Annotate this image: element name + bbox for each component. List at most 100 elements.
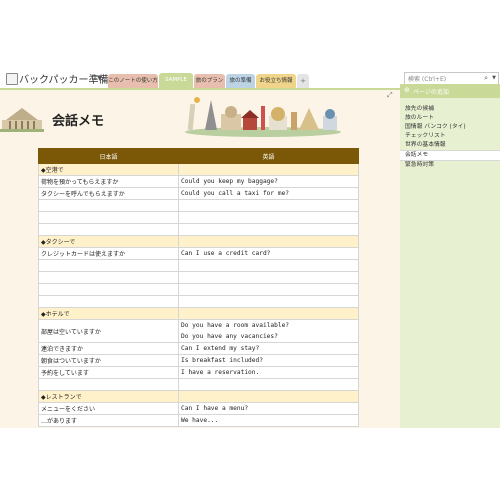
english-cell[interactable] bbox=[178, 295, 359, 308]
table-row[interactable]: …があります We have... bbox=[38, 414, 359, 427]
section-row[interactable]: ◆タクシーで bbox=[38, 235, 359, 248]
japanese-cell[interactable]: ◆空港で bbox=[38, 163, 179, 176]
tab-label: このノートの使い方 bbox=[108, 78, 158, 84]
japanese-cell[interactable]: 予約をしています bbox=[38, 366, 179, 379]
tab-useful-info[interactable]: お役立ち情報 bbox=[256, 74, 296, 88]
table-header-row: 日本語 英語 bbox=[38, 148, 359, 164]
table-row[interactable]: タクシーを呼んでもらえますか Could you call a taxi for … bbox=[38, 187, 359, 200]
english-cell[interactable]: We have... bbox=[178, 414, 359, 427]
page-item[interactable]: 旅先の候補 bbox=[400, 105, 500, 114]
tab-label: SAMPLE bbox=[165, 77, 187, 83]
japanese-cell[interactable]: …があります bbox=[38, 414, 179, 427]
table-row[interactable] bbox=[38, 295, 359, 308]
japanese-cell[interactable]: ◆レストランで bbox=[38, 390, 179, 403]
page-item[interactable]: 世界の基本情報 bbox=[400, 141, 500, 150]
world-landmarks-illustration bbox=[185, 97, 341, 137]
japanese-cell[interactable]: 部屋は空いていますか bbox=[38, 319, 179, 343]
window-background bbox=[0, 428, 500, 500]
section-row[interactable]: ◆空港で bbox=[38, 163, 359, 176]
japanese-cell[interactable] bbox=[38, 223, 179, 236]
english-cell[interactable] bbox=[178, 163, 359, 176]
table-row[interactable]: 荷物を預かってもらえますか Could you keep my baggage? bbox=[38, 175, 359, 188]
add-section-tab[interactable]: + bbox=[297, 74, 309, 88]
add-page-button[interactable]: ⊕ ページの追加 bbox=[400, 84, 500, 98]
tab-travel-prep[interactable]: 旅の準備 bbox=[226, 74, 255, 88]
table-row[interactable] bbox=[38, 211, 359, 224]
table-row[interactable] bbox=[38, 283, 359, 296]
english-cell[interactable] bbox=[178, 283, 359, 296]
english-cell[interactable] bbox=[178, 259, 359, 272]
table-row[interactable] bbox=[38, 223, 359, 236]
japanese-cell[interactable] bbox=[38, 283, 179, 296]
tab-label: 旅のプラン bbox=[195, 78, 224, 84]
japanese-cell[interactable]: ◆タクシーで bbox=[38, 235, 179, 248]
english-cell[interactable]: I have a reservation. bbox=[178, 366, 359, 379]
japanese-cell[interactable] bbox=[38, 378, 179, 391]
section-row[interactable]: ◆ホテルで bbox=[38, 307, 359, 320]
japanese-cell[interactable]: 朝食はついていますか bbox=[38, 354, 179, 367]
page-list: 旅先の候補 旅のルート 国情報 バンコク (タイ) チェックリスト 世界の基本情… bbox=[400, 105, 500, 170]
japanese-cell[interactable]: 荷物を預かってもらえますか bbox=[38, 175, 179, 188]
tab-label: 旅の準備 bbox=[229, 78, 252, 84]
english-cell[interactable] bbox=[178, 390, 359, 403]
expand-icon[interactable]: ⤢ bbox=[387, 91, 393, 100]
table-row[interactable] bbox=[38, 271, 359, 284]
add-page-label: ページの追加 bbox=[413, 89, 449, 96]
table-row[interactable] bbox=[38, 259, 359, 272]
chevron-down-icon[interactable]: ▼ bbox=[97, 74, 102, 82]
table-row[interactable]: 部屋は空いていますか Do you have a room available? D… bbox=[38, 319, 359, 343]
english-cell[interactable]: Can I have a menu? bbox=[178, 402, 359, 415]
english-cell[interactable] bbox=[178, 235, 359, 248]
tab-travel-plan[interactable]: 旅のプラン bbox=[194, 74, 225, 88]
temple-illustration bbox=[0, 108, 44, 132]
english-line: Do you have a room available? bbox=[181, 322, 290, 329]
english-cell[interactable]: Can I use a credit card? bbox=[178, 247, 359, 260]
conversation-table[interactable]: 日本語 英語 ◆空港で 荷物を預かってもらえますか Could you keep … bbox=[38, 148, 359, 427]
japanese-cell[interactable] bbox=[38, 295, 179, 308]
english-cell[interactable]: Can I extend my stay? bbox=[178, 342, 359, 355]
search-icon[interactable]: ⌕ bbox=[484, 74, 488, 83]
english-cell[interactable] bbox=[178, 223, 359, 236]
page-item[interactable]: 緊急時対策 bbox=[400, 161, 500, 170]
tab-how-to-use[interactable]: このノートの使い方 bbox=[108, 74, 158, 88]
table-row[interactable] bbox=[38, 378, 359, 391]
table-row[interactable]: 予約をしています I have a reservation. bbox=[38, 366, 359, 379]
japanese-cell[interactable]: クレジットカードは使えますか bbox=[38, 247, 179, 260]
page-item[interactable]: 国情報 バンコク (タイ) bbox=[400, 123, 500, 132]
page-item[interactable]: 旅のルート bbox=[400, 114, 500, 123]
english-cell[interactable] bbox=[178, 199, 359, 212]
english-cell[interactable]: Is breakfast included? bbox=[178, 354, 359, 367]
japanese-cell[interactable] bbox=[38, 259, 179, 272]
add-page-icon: ⊕ bbox=[404, 86, 410, 94]
japanese-cell[interactable] bbox=[38, 271, 179, 284]
tab-sample[interactable]: SAMPLE bbox=[159, 73, 193, 88]
japanese-cell[interactable] bbox=[38, 199, 179, 212]
english-cell[interactable] bbox=[178, 307, 359, 320]
page-item-active[interactable]: 会話メモ bbox=[400, 150, 500, 161]
chevron-down-icon[interactable]: ▼ bbox=[492, 75, 496, 81]
section-row[interactable]: ◆レストランで bbox=[38, 390, 359, 403]
table-row[interactable]: メニューをください Can I have a menu? bbox=[38, 402, 359, 415]
english-cell[interactable] bbox=[178, 271, 359, 284]
page-title: 会話メモ bbox=[52, 114, 105, 129]
table-row[interactable]: 朝食はついていますか Is breakfast included? bbox=[38, 354, 359, 367]
table-row[interactable] bbox=[38, 199, 359, 212]
table-row[interactable]: 連泊できますか Can I extend my stay? bbox=[38, 342, 359, 355]
japanese-cell[interactable]: タクシーを呼んでもらえますか bbox=[38, 187, 179, 200]
page-canvas[interactable]: ⤢ 会話メモ 日本語 英語 ◆空港で 荷物を預かってもらえますか Could y… bbox=[0, 88, 400, 430]
page-item[interactable]: チェックリスト bbox=[400, 132, 500, 141]
japanese-cell[interactable]: 連泊できますか bbox=[38, 342, 179, 355]
search-placeholder: 検索 (Ctrl+E) bbox=[408, 76, 447, 83]
notebook-icon[interactable] bbox=[6, 73, 18, 85]
english-cell[interactable] bbox=[178, 378, 359, 391]
japanese-cell[interactable]: ◆ホテルで bbox=[38, 307, 179, 320]
table-row[interactable]: クレジットカードは使えますか Can I use a credit card? bbox=[38, 247, 359, 260]
english-cell[interactable]: Do you have a room available? Do you have… bbox=[178, 319, 359, 343]
english-cell[interactable]: Could you call a taxi for me? bbox=[178, 187, 359, 200]
japanese-cell[interactable] bbox=[38, 211, 179, 224]
english-cell[interactable]: Could you keep my baggage? bbox=[178, 175, 359, 188]
column-header: 英語 bbox=[178, 148, 359, 164]
japanese-cell[interactable]: メニューをください bbox=[38, 402, 179, 415]
plus-icon: + bbox=[300, 77, 306, 85]
english-cell[interactable] bbox=[178, 211, 359, 224]
